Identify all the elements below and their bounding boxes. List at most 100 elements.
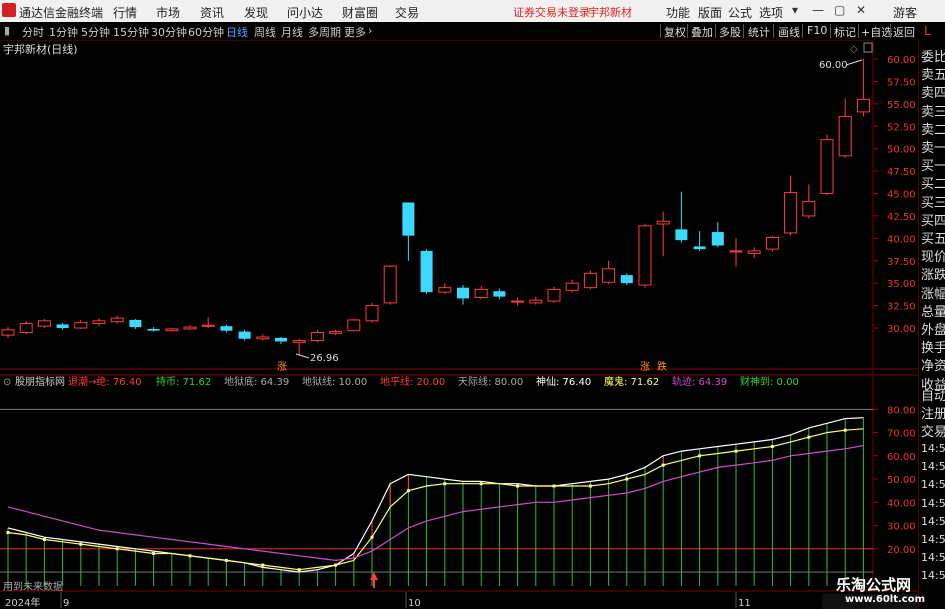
- period-more[interactable]: 更多: [344, 24, 366, 40]
- menu-ask[interactable]: 问小达: [287, 4, 323, 21]
- candle: [693, 231, 706, 251]
- menu-wealth[interactable]: 财富圈: [342, 4, 378, 21]
- adjust-button[interactable]: 复权: [664, 24, 686, 40]
- period-multi[interactable]: 多周期: [308, 24, 341, 40]
- low-price-label: 26.96: [310, 353, 339, 364]
- menu-discover[interactable]: 发现: [244, 4, 268, 21]
- maximize-icon[interactable]: ▢: [834, 3, 845, 17]
- series-dot: [115, 547, 119, 551]
- menu-market[interactable]: 市场: [156, 4, 180, 21]
- date-label-2024: 2024年: [5, 596, 40, 609]
- candle: [493, 288, 506, 300]
- overlay-button[interactable]: 叠加: [691, 24, 713, 40]
- price-tick: 42.50: [887, 212, 916, 223]
- candle: [729, 238, 743, 268]
- app-name: 通达信金融终端: [19, 6, 104, 20]
- back-button[interactable]: 返回: [893, 24, 915, 40]
- series-dot: [734, 449, 738, 453]
- price-tick: 32.50: [887, 302, 916, 313]
- tag-limit-up-2: 涨: [640, 361, 650, 373]
- chart-title: 宇邦新材(日线): [3, 42, 78, 56]
- candle: [457, 284, 469, 305]
- series-dot: [479, 482, 483, 486]
- login-notice[interactable]: 证券交易未登录: [513, 4, 590, 20]
- settings-diamond-icon[interactable]: ◇: [850, 44, 858, 55]
- series-dot: [698, 454, 702, 458]
- candle: [656, 211, 670, 257]
- period-15min[interactable]: 15分钟: [113, 24, 149, 40]
- period-1min[interactable]: 1分钟: [49, 24, 78, 40]
- period-5min[interactable]: 5分钟: [81, 24, 110, 40]
- period-monthly[interactable]: 月线: [281, 24, 303, 40]
- app-logo-icon: [2, 3, 16, 17]
- series-dot: [588, 484, 592, 488]
- menu-quotes[interactable]: 行情: [113, 4, 137, 21]
- candle: [620, 273, 633, 285]
- menu-trade[interactable]: 交易: [395, 4, 419, 21]
- close-icon[interactable]: ✕: [856, 3, 866, 17]
- series-dot: [443, 482, 447, 486]
- indicator-toggle-icon[interactable]: ⊙: [3, 377, 11, 388]
- candle: [110, 315, 124, 324]
- period-tick[interactable]: 分时: [22, 24, 44, 40]
- right-panel-item: 14:56: [921, 551, 945, 565]
- period-30min[interactable]: 30分钟: [151, 24, 187, 40]
- menu-news[interactable]: 资讯: [200, 4, 224, 21]
- draw-button[interactable]: 画线: [778, 24, 800, 40]
- menu-formula[interactable]: 公式: [728, 4, 752, 21]
- add-watchlist-button[interactable]: +自选: [861, 24, 892, 40]
- candle: [310, 329, 324, 343]
- future-data-note: 用到未来数据: [3, 580, 63, 593]
- series-dot: [334, 563, 338, 567]
- list-icon[interactable]: ▮: [4, 24, 10, 37]
- candle: [147, 327, 160, 332]
- indicator-value: 地平线: 20.00: [380, 375, 445, 388]
- date-label-nov: 11: [738, 598, 751, 609]
- right-panel-item: 买二: [921, 177, 945, 193]
- indicator-value: 轨迹: 64.39: [672, 375, 727, 388]
- candle: [256, 334, 270, 341]
- panel-toggle[interactable]: L: [921, 22, 945, 40]
- guest-label[interactable]: 游客: [893, 4, 917, 21]
- right-panel-item: 卖三: [921, 104, 945, 120]
- candle: [201, 317, 215, 328]
- indicator-name[interactable]: 股朋指标网: [15, 375, 65, 388]
- period-60min[interactable]: 60分钟: [188, 24, 224, 40]
- indicator-panel: [0, 408, 873, 586]
- series-dot: [661, 463, 665, 467]
- series-dot: [152, 551, 156, 555]
- candle: [547, 286, 561, 303]
- candle: [784, 175, 798, 236]
- kline-chart[interactable]: 宇邦新材(日线) ◇ 60.00 57.50 55.00 52.50 50.00 47.5…: [0, 40, 918, 609]
- menu-function[interactable]: 功能: [666, 4, 690, 21]
- period-toolbar: ▮ 分时 1分钟 5分钟 15分钟 30分钟 60分钟 日线 周线 月线 多周期…: [0, 22, 945, 41]
- f10-button[interactable]: F10: [807, 24, 827, 37]
- price-tick: 57.50: [887, 77, 916, 88]
- candle: [92, 318, 106, 327]
- indicator-tick: 60.00: [887, 452, 916, 463]
- right-panel-item[interactable]: 交易: [921, 421, 945, 440]
- panel-icon[interactable]: [863, 42, 873, 53]
- stats-button[interactable]: 统计: [748, 24, 770, 40]
- candle: [129, 319, 142, 329]
- mark-button[interactable]: 标记: [834, 24, 856, 40]
- menu-options[interactable]: 选项: [759, 4, 783, 21]
- price-tick: 45.00: [887, 190, 916, 201]
- min-icon[interactable]: ▾: [792, 3, 798, 17]
- price-tick: 50.00: [887, 145, 916, 156]
- period-daily[interactable]: 日线: [226, 24, 248, 40]
- indicator-value: 财神到: 0.00: [740, 375, 799, 388]
- chevron-right-icon[interactable]: ›: [368, 24, 372, 37]
- menu-layout[interactable]: 版面: [698, 4, 722, 21]
- right-panel-item: 卖二: [921, 122, 945, 138]
- right-panel-item[interactable]: 注册: [921, 403, 945, 422]
- minimize-icon[interactable]: —: [812, 3, 824, 17]
- right-panel-item: 14:56: [921, 460, 945, 474]
- right-panel-item: 14:56: [921, 569, 945, 583]
- date-label-sep: 9: [63, 598, 69, 609]
- candle: [838, 98, 852, 158]
- right-panel-item[interactable]: 自动: [921, 385, 945, 404]
- right-panel-item: 买一: [921, 159, 945, 175]
- multi-stock-button[interactable]: 多股: [719, 24, 741, 40]
- period-weekly[interactable]: 周线: [254, 24, 276, 40]
